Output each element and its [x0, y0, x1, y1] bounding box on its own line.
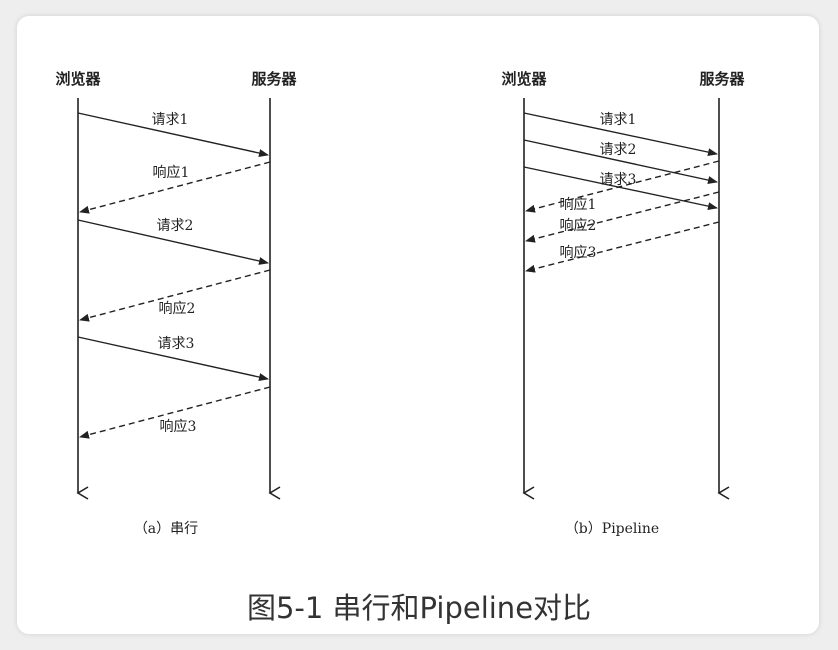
- response-label-1: 响应1: [153, 164, 190, 181]
- response-label-1: 响应1: [560, 196, 597, 213]
- sequence-diagrams: 浏览器 服务器 请求1 响应1 请求2 响应2 请求3 响应3 （a）串行 浏览…: [55, 70, 745, 537]
- request-label-1: 请求1: [600, 112, 637, 128]
- client-header: 浏览器: [501, 70, 547, 88]
- response-label-2: 响应2: [159, 300, 196, 317]
- pipeline-subcaption: （b）Pipeline: [565, 521, 659, 537]
- response-arrow-2: [525, 191, 720, 243]
- serial-diagram: 浏览器 服务器 请求1 响应1 请求2 响应2 请求3 响应3 （a）串行: [55, 70, 297, 537]
- figure-caption: 图5-1 串行和Pipeline对比: [246, 591, 592, 625]
- server-header: 服务器: [251, 70, 297, 88]
- client-header: 浏览器: [55, 70, 101, 88]
- request-label-3: 请求3: [158, 336, 195, 352]
- server-header: 服务器: [699, 70, 745, 88]
- response-label-3: 响应3: [160, 418, 197, 435]
- request-label-3: 请求3: [600, 172, 637, 188]
- pipeline-diagram: 浏览器 服务器 请求1 请求2 请求3 响应1 响应2 响应3 （b）Pipel…: [501, 70, 745, 537]
- response-arrow-3: [525, 221, 720, 273]
- response-label-2: 响应2: [560, 217, 597, 234]
- serial-subcaption: （a）串行: [134, 521, 198, 537]
- response-label-3: 响应3: [560, 244, 597, 261]
- request-label-2: 请求2: [600, 142, 637, 158]
- request-label-2: 请求2: [157, 218, 194, 234]
- request-label-1: 请求1: [152, 112, 189, 128]
